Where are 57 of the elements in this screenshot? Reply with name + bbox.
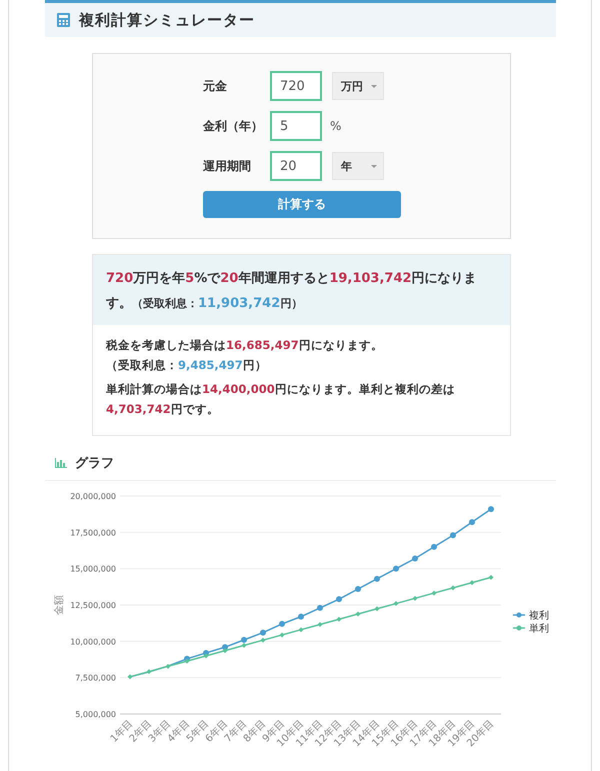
- field-label: 金利（年）: [203, 118, 264, 134]
- y-tick-label: 12,500,000: [70, 601, 116, 610]
- data-point: [356, 612, 360, 616]
- data-point: [374, 606, 380, 612]
- data-point: [450, 532, 456, 538]
- data-point: [298, 614, 304, 620]
- data-point: [260, 638, 266, 643]
- unit-label: %: [330, 119, 342, 133]
- y-tick-label: 5,000,000: [75, 710, 116, 719]
- data-point: [470, 580, 474, 586]
- data-point: [488, 574, 494, 580]
- page-title: 複利計算シミュレーター: [79, 10, 255, 30]
- data-point: [488, 506, 494, 512]
- y-tick-label: 7,500,000: [75, 674, 116, 683]
- y-tick-label: 17,500,000: [70, 528, 116, 538]
- data-point: [450, 585, 456, 590]
- data-point: [128, 674, 132, 680]
- unit-dropdown[interactable]: 万円: [332, 72, 384, 100]
- data-point: [336, 616, 342, 622]
- legend-label: 複利: [529, 610, 549, 622]
- data-point: [374, 576, 380, 582]
- bar-chart-icon: [55, 458, 67, 468]
- number-input[interactable]: 720: [270, 71, 322, 101]
- data-point: [317, 604, 323, 611]
- data-point: [146, 669, 152, 674]
- field-label: 元金: [203, 78, 228, 94]
- data-point: [412, 596, 418, 601]
- number-input[interactable]: 5: [270, 111, 322, 141]
- result-sentence: 税金を考慮した場合は16,685,497円になります。 （受取利息：9,485,497円）: [106, 337, 384, 374]
- field-label: 運用期間: [203, 158, 252, 174]
- data-point: [280, 632, 284, 638]
- data-point: [166, 664, 170, 669]
- data-point: [355, 586, 361, 592]
- result-sentence: 単利計算の場合は14,400,000円になります。単利と複利の差は 4,703,742円です。: [106, 381, 456, 418]
- legend-label: 単利: [529, 624, 549, 634]
- caret-icon: [371, 84, 377, 88]
- number-input[interactable]: 20: [270, 151, 322, 181]
- data-point: [469, 519, 475, 526]
- data-point: [393, 566, 399, 572]
- result-summary: 720万円を年5%で20年間運用すると 19,103,742円になります。（受取利息：11,903,742円）: [93, 255, 510, 325]
- y-tick-label: 10,000,000: [70, 637, 116, 646]
- caret-icon: [371, 164, 377, 168]
- data-point: [318, 622, 322, 627]
- unit-dropdown[interactable]: 年: [332, 152, 384, 180]
- data-point: [432, 590, 436, 596]
- data-point: [279, 620, 285, 627]
- data-point: [394, 601, 398, 606]
- data-point: [336, 596, 342, 602]
- data-point: [431, 544, 437, 550]
- section-title: グラフ: [75, 455, 114, 472]
- data-point: [412, 556, 418, 562]
- y-tick-label: 20,000,000: [70, 492, 116, 501]
- y-axis-title: 金額: [54, 595, 65, 615]
- data-point: [260, 630, 266, 636]
- calculator-icon: [57, 13, 70, 27]
- y-tick-label: 15,000,000: [70, 564, 116, 574]
- data-point: [298, 627, 304, 632]
